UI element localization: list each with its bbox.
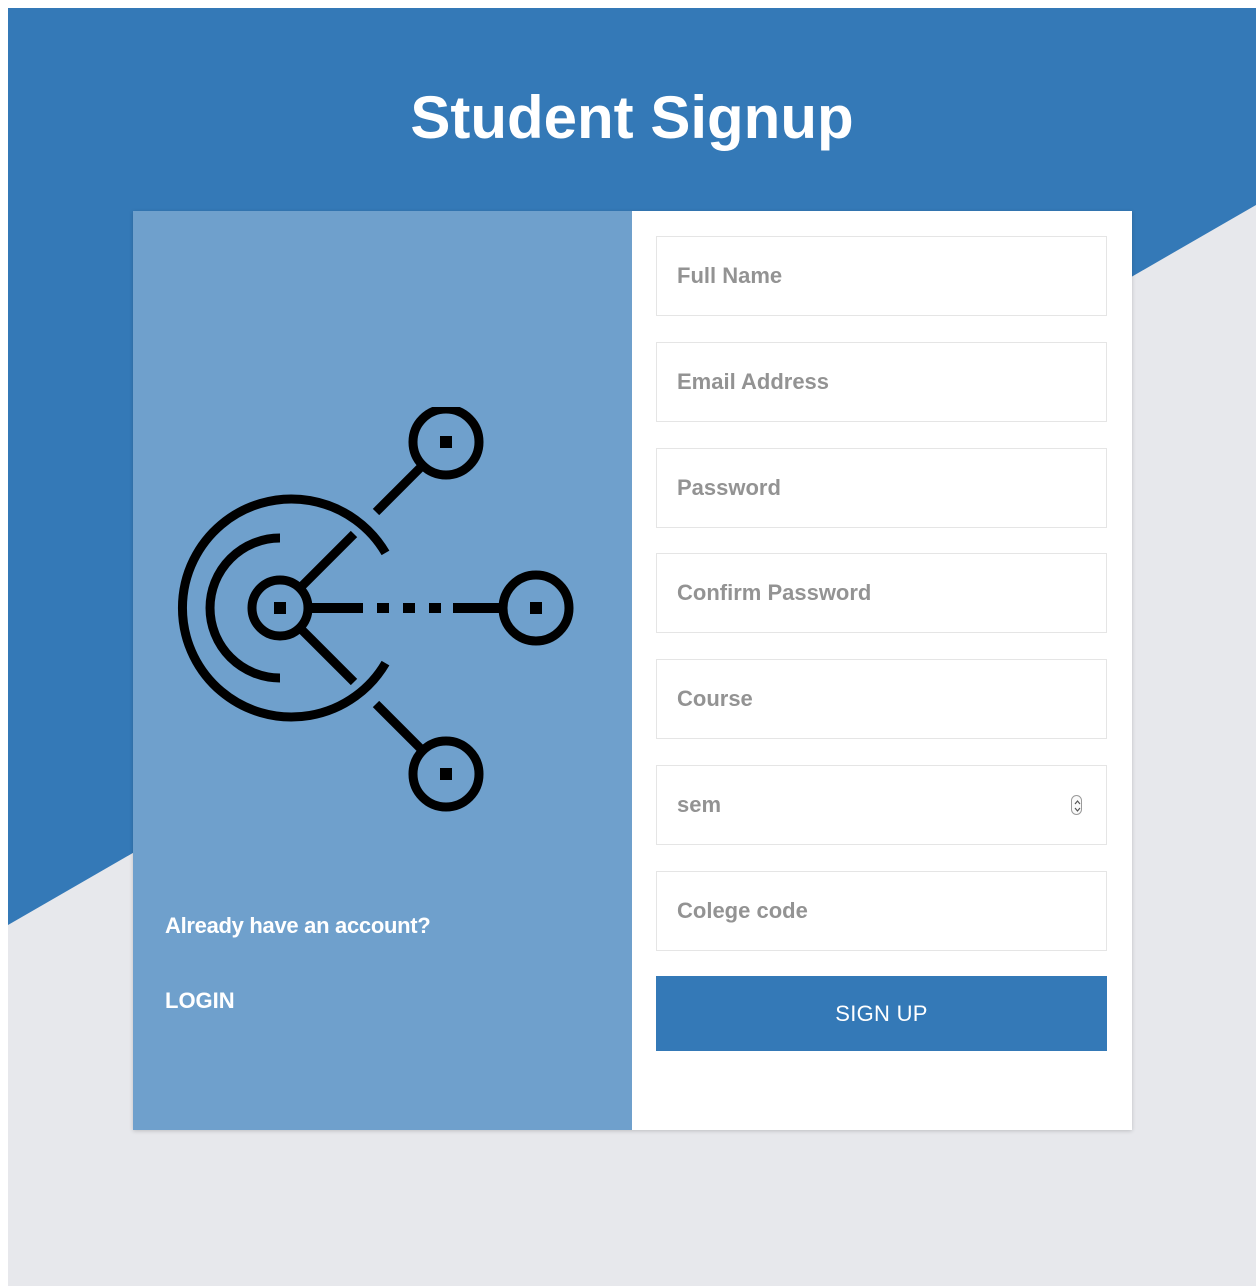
sem-input[interactable] — [657, 766, 1106, 844]
signup-page: Student Signup Already have an account? … — [8, 8, 1256, 1286]
course-field — [656, 659, 1107, 739]
sem-field — [656, 765, 1107, 845]
password-field — [656, 448, 1107, 528]
confirm-password-input[interactable] — [657, 554, 1106, 632]
college-code-field — [656, 871, 1107, 951]
signup-card: Already have an account? LOGIN Full Name… — [133, 211, 1132, 1130]
sem-stepper[interactable] — [1071, 795, 1082, 815]
login-link[interactable]: LOGIN — [165, 988, 235, 1014]
network-hub-icon — [177, 407, 574, 812]
page-title: Student Signup — [410, 84, 854, 151]
email-field — [656, 342, 1107, 422]
email-input[interactable] — [657, 343, 1106, 421]
confirm-password-field — [656, 553, 1107, 633]
full-name-field — [656, 236, 1107, 316]
college-code-input[interactable] — [657, 872, 1106, 950]
account-question: Already have an account? — [165, 913, 431, 938]
full-name-input[interactable] — [657, 237, 1106, 315]
course-input[interactable] — [657, 660, 1106, 738]
left-panel: Already have an account? LOGIN — [133, 211, 632, 1130]
stepper-arrows-icon — [1074, 800, 1081, 812]
password-input[interactable] — [657, 449, 1106, 527]
signup-form: SIGN UP — [632, 211, 1132, 1130]
sign-up-button[interactable]: SIGN UP — [656, 976, 1107, 1051]
